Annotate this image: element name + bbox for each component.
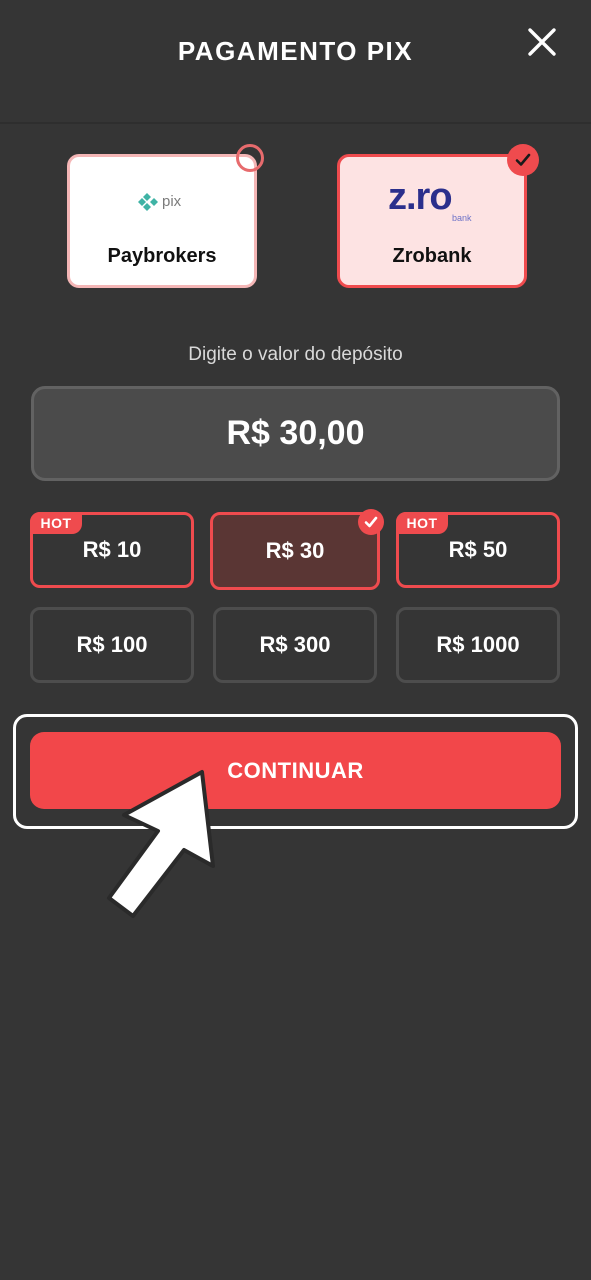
amount-option-300[interactable]: R$ 300 xyxy=(213,607,377,683)
radio-unselected-icon[interactable] xyxy=(236,144,264,172)
provider-card-paybrokers[interactable]: pix Paybrokers xyxy=(67,154,257,288)
close-button[interactable] xyxy=(524,24,560,60)
amount-option-label: R$ 100 xyxy=(76,632,148,657)
amount-option-100[interactable]: R$ 100 xyxy=(30,607,194,683)
amount-option-label: R$ 300 xyxy=(259,632,331,657)
amount-option-30[interactable]: R$ 30 xyxy=(210,509,384,590)
provider-label-zrobank: Zrobank xyxy=(392,245,472,267)
provider-label-paybrokers: Paybrokers xyxy=(107,245,217,267)
hot-badge: HOT xyxy=(30,512,82,534)
amount-option-label: R$ 50 xyxy=(448,537,508,562)
zrobank-logo: z.ro bank xyxy=(388,176,472,223)
continue-button[interactable]: CONTINUAR xyxy=(30,732,561,809)
radio-selected-icon[interactable] xyxy=(507,144,539,176)
pix-logo: pix xyxy=(138,193,182,211)
deposit-amount-input[interactable]: R$ 30,00 xyxy=(31,386,560,481)
amount-option-label: R$ 10 xyxy=(82,537,142,562)
amount-option-1000[interactable]: R$ 1000 xyxy=(396,607,560,683)
selected-check-icon xyxy=(358,509,384,535)
amount-option-label: R$ 30 xyxy=(265,538,325,563)
deposit-prompt: Digite o valor do depósito xyxy=(188,344,403,365)
svg-text:pix: pix xyxy=(162,193,182,210)
provider-card-zrobank[interactable]: z.ro bank Zrobank xyxy=(337,154,527,288)
check-icon xyxy=(515,153,531,166)
hot-badge: HOT xyxy=(396,512,448,534)
amount-option-50[interactable]: HOT R$ 50 xyxy=(396,512,560,588)
page-title: PAGAMENTO PIX xyxy=(177,36,414,66)
svg-text:bank: bank xyxy=(452,213,472,223)
modal-header: PAGAMENTO PIX xyxy=(0,0,591,124)
close-icon xyxy=(528,28,556,56)
svg-text:z.ro: z.ro xyxy=(388,176,452,218)
amount-option-label: R$ 1000 xyxy=(436,632,520,657)
amount-option-10[interactable]: HOT R$ 10 xyxy=(30,512,194,588)
pix-payment-modal: PAGAMENTO PIX pix Paybrokers z.ro bank Z… xyxy=(0,0,591,1280)
